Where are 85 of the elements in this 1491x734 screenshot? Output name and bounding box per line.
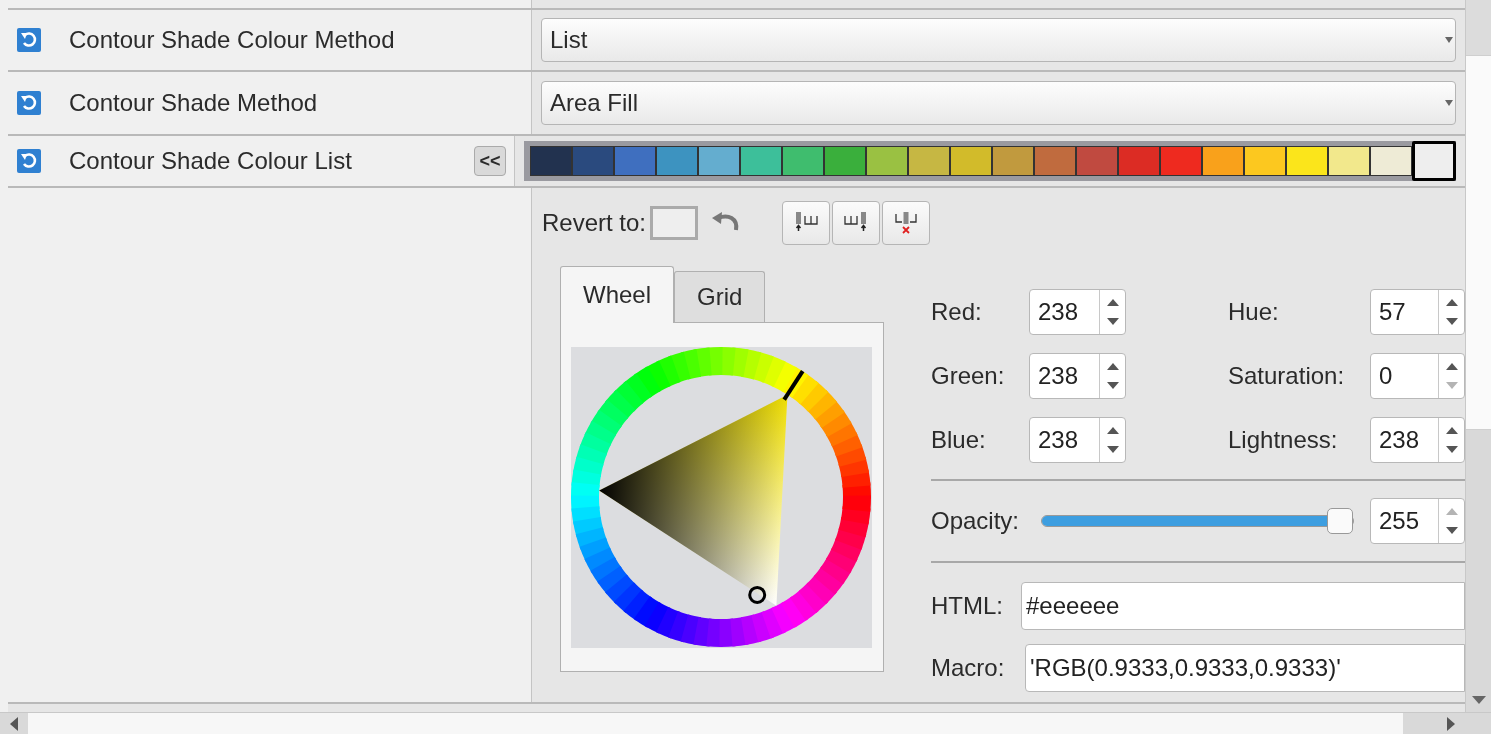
field-label: Green: bbox=[931, 361, 1006, 391]
spin-value: 255 bbox=[1378, 506, 1421, 536]
reset-icon[interactable] bbox=[17, 149, 41, 173]
color-swatch[interactable] bbox=[1286, 146, 1328, 176]
color-swatch[interactable] bbox=[950, 146, 992, 176]
color-swatch[interactable] bbox=[740, 146, 782, 176]
down-arrow-icon bbox=[1105, 317, 1120, 326]
spin-box[interactable]: 238 bbox=[1029, 417, 1126, 463]
field-label: Red: bbox=[931, 297, 983, 327]
field-label: Hue: bbox=[1228, 297, 1280, 327]
color-swatch[interactable] bbox=[1076, 146, 1118, 176]
up-arrow-icon bbox=[1444, 362, 1459, 371]
down-arrow-icon bbox=[1444, 445, 1459, 454]
macro-field[interactable]: 'RGB(0.9333,0.9333,0.9333)' bbox=[1025, 644, 1465, 692]
color-swatch[interactable] bbox=[782, 146, 824, 176]
color-swatch[interactable] bbox=[992, 146, 1034, 176]
spin-box[interactable]: 238 bbox=[1029, 289, 1126, 335]
color-swatch[interactable] bbox=[572, 146, 614, 176]
down-arrow-icon bbox=[1105, 445, 1120, 454]
color-swatch[interactable] bbox=[866, 146, 908, 176]
scroll-left-icon[interactable] bbox=[10, 716, 18, 731]
field-label: Opacity: bbox=[931, 506, 1021, 536]
color-swatch[interactable] bbox=[1034, 146, 1076, 176]
field-label: Macro: bbox=[931, 653, 1006, 683]
color-swatch[interactable] bbox=[1118, 146, 1160, 176]
insert-after-button[interactable] bbox=[832, 201, 881, 245]
reset-icon[interactable] bbox=[17, 91, 41, 115]
scroll-down-icon[interactable] bbox=[1471, 696, 1486, 704]
spin-value: 238 bbox=[1378, 425, 1421, 455]
reset-icon[interactable] bbox=[17, 28, 41, 52]
spin-value: 0 bbox=[1378, 361, 1394, 391]
dropdown[interactable]: List bbox=[541, 18, 1456, 62]
color-swatch[interactable] bbox=[1412, 141, 1456, 181]
up-arrow-icon bbox=[1444, 426, 1459, 435]
field-label: Lightness: bbox=[1228, 425, 1339, 455]
color-swatch[interactable] bbox=[908, 146, 950, 176]
property-label: Contour Shade Colour List bbox=[69, 146, 353, 176]
revert-color-swatch[interactable] bbox=[650, 206, 699, 240]
up-arrow-icon bbox=[1105, 298, 1120, 307]
property-label: Contour Shade Method bbox=[69, 88, 319, 118]
field-label: Saturation: bbox=[1228, 361, 1346, 391]
scroll-right-icon[interactable] bbox=[1447, 716, 1455, 731]
color-swatch[interactable] bbox=[1370, 146, 1412, 176]
down-arrow-icon bbox=[1105, 381, 1120, 390]
up-arrow-icon bbox=[1105, 426, 1120, 435]
spin-box[interactable]: 0 bbox=[1370, 353, 1465, 399]
property-label: Contour Shade Colour Method bbox=[69, 25, 396, 55]
color-swatch[interactable] bbox=[1202, 146, 1244, 176]
spin-value: 57 bbox=[1378, 297, 1407, 327]
up-arrow-icon bbox=[1105, 362, 1120, 371]
color-wheel-drawing[interactable] bbox=[571, 347, 871, 647]
insert-before-button[interactable] bbox=[782, 201, 831, 245]
down-arrow-icon bbox=[1444, 381, 1459, 390]
color-swatch[interactable] bbox=[656, 146, 698, 176]
field-label: Blue: bbox=[931, 425, 987, 455]
spin-box[interactable]: 238 bbox=[1370, 417, 1465, 463]
color-swatch[interactable] bbox=[1244, 146, 1286, 176]
spin-box[interactable]: 57 bbox=[1370, 289, 1465, 335]
dropdown[interactable]: Area Fill bbox=[541, 81, 1456, 125]
spin-value: 238 bbox=[1037, 297, 1080, 327]
color-swatch[interactable] bbox=[614, 146, 656, 176]
spin-box[interactable]: 238 bbox=[1029, 353, 1126, 399]
color-swatch[interactable] bbox=[1328, 146, 1370, 176]
spin-box[interactable]: 255 bbox=[1370, 498, 1465, 544]
down-arrow-icon bbox=[1444, 317, 1459, 326]
up-arrow-icon bbox=[1444, 298, 1459, 307]
caret-icon bbox=[1445, 100, 1453, 106]
spin-value: 238 bbox=[1037, 361, 1080, 391]
color-swatch[interactable] bbox=[824, 146, 866, 176]
delete-color-button[interactable] bbox=[882, 201, 931, 245]
vertical-scrollbar[interactable] bbox=[1465, 0, 1491, 712]
up-arrow-icon bbox=[1444, 507, 1459, 516]
color-swatch[interactable] bbox=[1160, 146, 1202, 176]
field-label: HTML: bbox=[931, 591, 1004, 621]
spin-value: 238 bbox=[1037, 425, 1080, 455]
html-field[interactable]: #eeeeee bbox=[1021, 582, 1465, 630]
tab[interactable]: Wheel bbox=[560, 266, 675, 323]
revert-label: Revert to: bbox=[542, 208, 647, 238]
slider-handle[interactable] bbox=[1327, 508, 1353, 534]
tab[interactable]: Grid bbox=[674, 271, 766, 322]
caret-icon bbox=[1445, 37, 1453, 43]
color-swatch[interactable] bbox=[698, 146, 740, 176]
down-arrow-icon bbox=[1444, 526, 1459, 535]
color-swatch[interactable] bbox=[530, 146, 572, 176]
collapse-button[interactable]: << bbox=[474, 146, 506, 176]
